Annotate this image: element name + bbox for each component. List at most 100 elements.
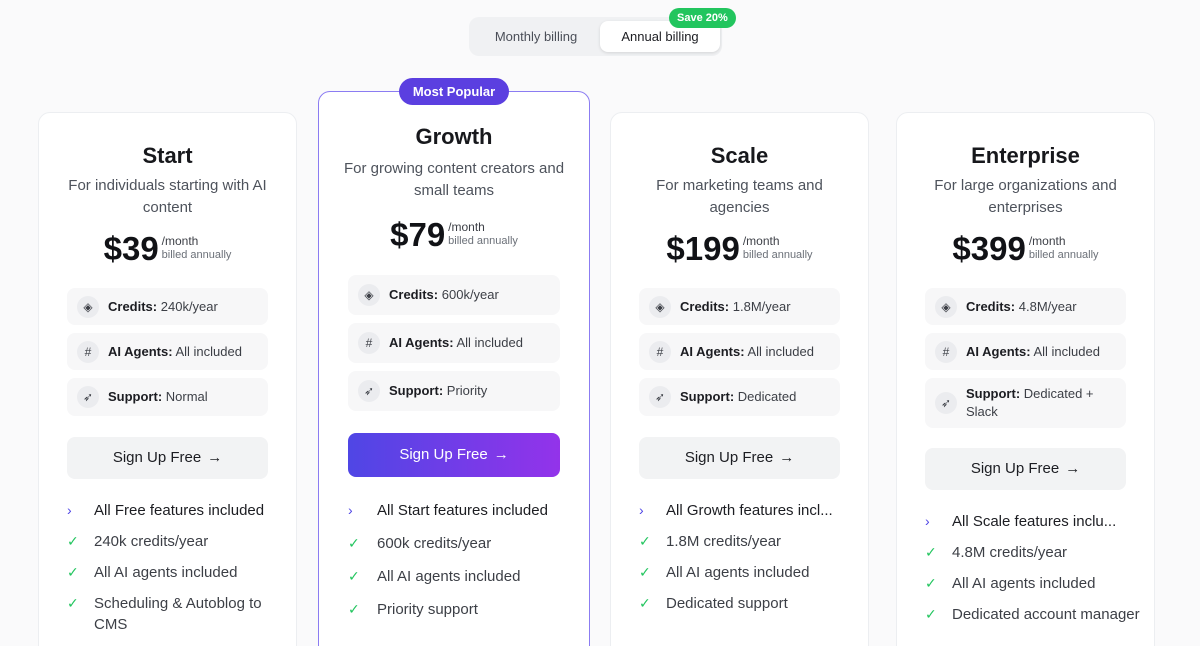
support-row: ➶ Support: Dedicated xyxy=(639,378,840,416)
credits-value: 1.8M/year xyxy=(732,298,791,314)
price-row: $399 /month billed annually xyxy=(897,230,1154,268)
sign-up-button[interactable]: Sign Up Free → xyxy=(639,437,840,479)
support-label: Support: xyxy=(389,383,444,398)
list-item: ✓ Priority support xyxy=(348,601,478,618)
sign-up-label: Sign Up Free xyxy=(970,460,1060,477)
price-period: /month xyxy=(448,220,485,234)
support-value: Priority xyxy=(446,383,488,398)
agents-row: # AI Agents: All included xyxy=(639,333,840,370)
credits-row: ◈ Credits: 4.8M/year xyxy=(925,288,1126,325)
support-value: Normal xyxy=(165,389,208,404)
feature-list: › All Start features included ✓ 600k credi… xyxy=(348,500,575,630)
feature-list: › All Free features included ✓ 240k credit… xyxy=(67,500,282,645)
credits-label: Credits: xyxy=(108,298,158,314)
check-icon: ✓ xyxy=(67,595,79,611)
check-icon: ✓ xyxy=(67,533,79,549)
list-item: ✓ 600k credits/year xyxy=(348,535,492,552)
sign-up-label: Sign Up Free xyxy=(684,449,774,466)
price-row: $39 /month billed annually xyxy=(39,230,296,268)
check-icon: ✓ xyxy=(67,564,79,580)
list-item: ✓ All AI agents included xyxy=(67,564,238,581)
agents-row: # AI Agents: All included xyxy=(348,323,560,363)
arrow-right-icon: → xyxy=(207,449,223,466)
agents-label: AI Agents: xyxy=(966,343,1031,359)
list-item: ✓ Dedicated support xyxy=(639,595,788,612)
list-item: ✓ All AI agents included xyxy=(348,568,521,585)
check-icon: ✓ xyxy=(639,595,651,611)
hash-icon: # xyxy=(358,332,380,354)
agents-row: # AI Agents: All included xyxy=(925,333,1126,370)
support-label: Support: xyxy=(108,389,163,404)
plan-name: Growth xyxy=(415,124,493,149)
plan-description: For large organizations and enterprises xyxy=(934,177,1117,216)
billed-note: billed annually xyxy=(161,249,232,261)
check-icon: ✓ xyxy=(348,601,360,617)
monthly-billing-option[interactable]: Monthly billing xyxy=(477,21,595,52)
sign-up-label: Sign Up Free xyxy=(399,446,488,463)
plan-description: For individuals starting with AI content xyxy=(68,177,267,216)
rocket-icon: ➶ xyxy=(935,392,957,414)
list-item: ✓ All AI agents included xyxy=(639,564,810,581)
plan-name: Enterprise xyxy=(971,143,1080,168)
credits-label: Credits: xyxy=(966,298,1016,314)
list-item: ✓ 1.8M credits/year xyxy=(639,533,782,550)
sign-up-button[interactable]: Sign Up Free → xyxy=(67,437,268,479)
check-icon: ✓ xyxy=(925,606,937,622)
billed-note: billed annually xyxy=(742,249,813,261)
support-row: ➶ Support: Priority xyxy=(348,371,560,411)
feature-list: › All Growth features incl... ✓ 1.8M credi… xyxy=(639,500,854,624)
check-icon: ✓ xyxy=(639,533,651,549)
chevron-right-icon: › xyxy=(639,502,644,518)
price-period: /month xyxy=(161,234,199,248)
arrow-right-icon: → xyxy=(493,446,509,463)
billed-note: billed annually xyxy=(1028,249,1099,261)
hash-icon: # xyxy=(77,340,99,363)
agents-label: AI Agents: xyxy=(389,335,454,350)
credits-row: ◈ Credits: 240k/year xyxy=(67,288,268,325)
list-item: ✓ 240k credits/year xyxy=(67,533,209,550)
plan-name: Start xyxy=(142,143,193,168)
agents-value: All included xyxy=(1033,343,1100,359)
agents-value: All included xyxy=(747,343,814,359)
list-item: › All Free features included xyxy=(67,502,265,519)
plan-name: Scale xyxy=(710,143,769,168)
plan-price: $399 xyxy=(952,230,1026,267)
price-row: $79 /month billed annually xyxy=(319,216,589,254)
hash-icon: # xyxy=(935,340,957,363)
credits-value: 600k/year xyxy=(441,287,499,302)
most-popular-badge: Most Popular xyxy=(399,78,509,105)
agents-label: AI Agents: xyxy=(108,343,173,359)
coin-icon: ◈ xyxy=(649,295,671,318)
arrow-right-icon: → xyxy=(1065,460,1081,477)
support-row: ➶ Support: Dedicated + Slack xyxy=(925,378,1126,428)
sign-up-button[interactable]: Sign Up Free → xyxy=(925,448,1126,490)
arrow-right-icon: → xyxy=(779,449,795,466)
coin-icon: ◈ xyxy=(358,284,380,306)
rocket-icon: ➶ xyxy=(649,386,671,408)
support-label: Support: xyxy=(680,389,735,404)
price-period: /month xyxy=(1028,234,1066,248)
plan-description: For growing content creators and small t… xyxy=(343,160,565,199)
list-item: ✓ Dedicated account manager xyxy=(925,606,1140,623)
list-item: › All Scale features inclu... xyxy=(925,513,1117,530)
list-item: › All Growth features incl... xyxy=(639,502,833,519)
agents-label: AI Agents: xyxy=(680,343,745,359)
credits-row: ◈ Credits: 1.8M/year xyxy=(639,288,840,325)
check-icon: ✓ xyxy=(639,564,651,580)
credits-label: Credits: xyxy=(389,287,439,302)
support-row: ➶ Support: Normal xyxy=(67,378,268,416)
price-period: /month xyxy=(742,234,780,248)
chevron-right-icon: › xyxy=(925,513,930,529)
credits-value: 4.8M/year xyxy=(1018,298,1077,314)
credits-value: 240k/year xyxy=(160,298,218,314)
check-icon: ✓ xyxy=(925,575,937,591)
sign-up-label: Sign Up Free xyxy=(112,449,202,466)
list-item: ✓ Scheduling & Autoblog to CMS xyxy=(67,595,262,633)
chevron-right-icon: › xyxy=(67,502,72,518)
support-label: Support: xyxy=(966,386,1021,401)
agents-value: All included xyxy=(175,343,242,359)
sign-up-button[interactable]: Sign Up Free → xyxy=(348,433,560,477)
list-item: › All Start features included xyxy=(348,502,548,519)
list-item: ✓ 4.8M credits/year xyxy=(925,544,1068,561)
hash-icon: # xyxy=(649,340,671,363)
